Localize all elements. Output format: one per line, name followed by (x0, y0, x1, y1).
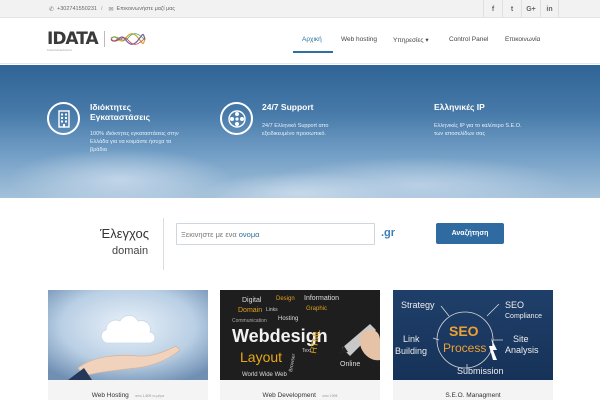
domain-search-input[interactable]: Ξεκινηστε με ενα ονομα (176, 223, 375, 245)
svg-text:Process: Process (443, 341, 486, 355)
svg-text:Link: Link (403, 334, 420, 344)
svg-text:Building: Building (395, 346, 427, 356)
feature-desc-facilities: 100% ιδιόκτητες εγκαταστάσεις στην Ελλάδ… (90, 131, 179, 153)
svg-text:Analysis: Analysis (505, 345, 539, 355)
nav-item-services[interactable]: Υπηρεσίες ▾ (393, 36, 429, 44)
phone-icon: ✆ (49, 6, 55, 13)
nav-item-web-hosting[interactable]: Web hosting (341, 36, 377, 43)
svg-text:Layout: Layout (240, 349, 282, 365)
envelope-icon: ✉ (108, 6, 114, 13)
section-divider (163, 218, 164, 270)
top-bar: ✆ +302741550231 / ✉ Επικοινωνήστε μαζί μ… (0, 0, 600, 18)
svg-text:Site: Site (513, 334, 529, 344)
svg-text:Links: Links (266, 307, 278, 313)
card-title: Web Hosting (91, 392, 129, 399)
feature-title-facilities: Ιδιόκτητες Εγκαταστάσεις (90, 102, 151, 122)
nav-item-control-panel[interactable]: Control Panel (449, 36, 488, 43)
hero-banner: Ιδιόκτητες Εγκαταστάσεις 100% ιδιόκτητες… (0, 65, 600, 198)
svg-text:Digital: Digital (242, 297, 262, 304)
cloud-hand-image (48, 290, 208, 380)
nav-item-contact[interactable]: Επικοινωνία (505, 36, 540, 43)
contact-info: ✆ +302741550231 / ✉ Επικοινωνήστε μαζί μ… (49, 0, 175, 18)
svg-text:Strategy: Strategy (401, 300, 435, 310)
webdesign-words-image: Digital Design Information Domain Links … (220, 290, 380, 380)
domain-check-label-2: domain (112, 245, 149, 257)
svg-text:SEO: SEO (505, 300, 524, 310)
domain-check-section: Έλεγχος domain Ξεκινηστε με ενα ονομα .g… (0, 198, 600, 278)
card-subtitle: απο 199€ (322, 394, 338, 398)
facebook-icon[interactable]: f (483, 0, 502, 18)
building-icon (47, 102, 80, 135)
google-plus-icon[interactable]: G+ (521, 0, 540, 18)
card-subtitle: απο 1,80€ το μήνα (135, 394, 165, 398)
feature-desc-greek-ip: Ελληνικές IP για το καλύτερο S.E.O. των … (434, 123, 522, 137)
svg-text:Information: Information (304, 295, 339, 302)
input-placeholder-highlight: ονομα (238, 229, 260, 239)
card-caption: S.E.O. Managment (393, 380, 553, 400)
tld-label: .gr (381, 227, 396, 239)
nav-item-home[interactable]: Αρχική (302, 36, 322, 43)
card-caption: Web Hosting απο 1,80€ το μήνα (48, 380, 208, 400)
main-nav: Αρχική Web hosting Υπηρεσίες ▾ Control P… (0, 18, 600, 64)
svg-text:Online: Online (340, 361, 360, 368)
feature-title-greek-ip: Ελληνικές IP (434, 102, 485, 112)
svg-text:Submission: Submission (457, 366, 504, 376)
svg-text:World Wide Web: World Wide Web (242, 372, 287, 378)
card-web-hosting[interactable]: Web Hosting απο 1,80€ το μήνα (48, 290, 208, 400)
svg-text:Hosting: Hosting (278, 316, 298, 322)
input-placeholder: Ξεκινηστε με ενα (181, 229, 237, 239)
linkedin-icon[interactable]: in (540, 0, 559, 18)
seo-chalkboard-image: Strategy SEO Compliance Link Building SE… (393, 290, 553, 380)
svg-text:Domain: Domain (238, 307, 262, 314)
card-seo[interactable]: Strategy SEO Compliance Link Building SE… (393, 290, 553, 400)
domain-check-label: Έλεγχος (100, 226, 149, 241)
social-links: f t G+ in (483, 0, 559, 18)
svg-text:Text: Text (302, 348, 312, 354)
svg-text:Graphic: Graphic (306, 306, 327, 312)
contact-link[interactable]: Επικοινωνήστε μαζί μας (117, 6, 176, 12)
feature-title-support: 24/7 Support (262, 102, 314, 112)
svg-text:Communication: Communication (232, 318, 267, 324)
phone-number: +302741550231 (57, 6, 97, 12)
svg-text:Design: Design (276, 296, 295, 302)
card-web-development[interactable]: Digital Design Information Domain Links … (220, 290, 380, 400)
twitter-icon[interactable]: t (502, 0, 521, 18)
film-reel-icon (220, 102, 253, 135)
feature-desc-support: 24/7 Ελληνικό Support απο εξειδικευμένο … (262, 123, 329, 137)
site-header: IDATA Internetsolution Αρχική Web hostin… (0, 18, 600, 64)
separator: / (100, 6, 103, 12)
card-title: S.E.O. Managment (445, 392, 501, 399)
nav-active-underline (293, 51, 333, 53)
svg-text:SEO: SEO (449, 323, 479, 339)
card-caption: Web Development απο 199€ (220, 380, 380, 400)
card-title: Web Development (262, 392, 316, 399)
svg-text:Compliance: Compliance (505, 313, 542, 320)
search-button[interactable]: Αναζήτηση (436, 223, 504, 244)
